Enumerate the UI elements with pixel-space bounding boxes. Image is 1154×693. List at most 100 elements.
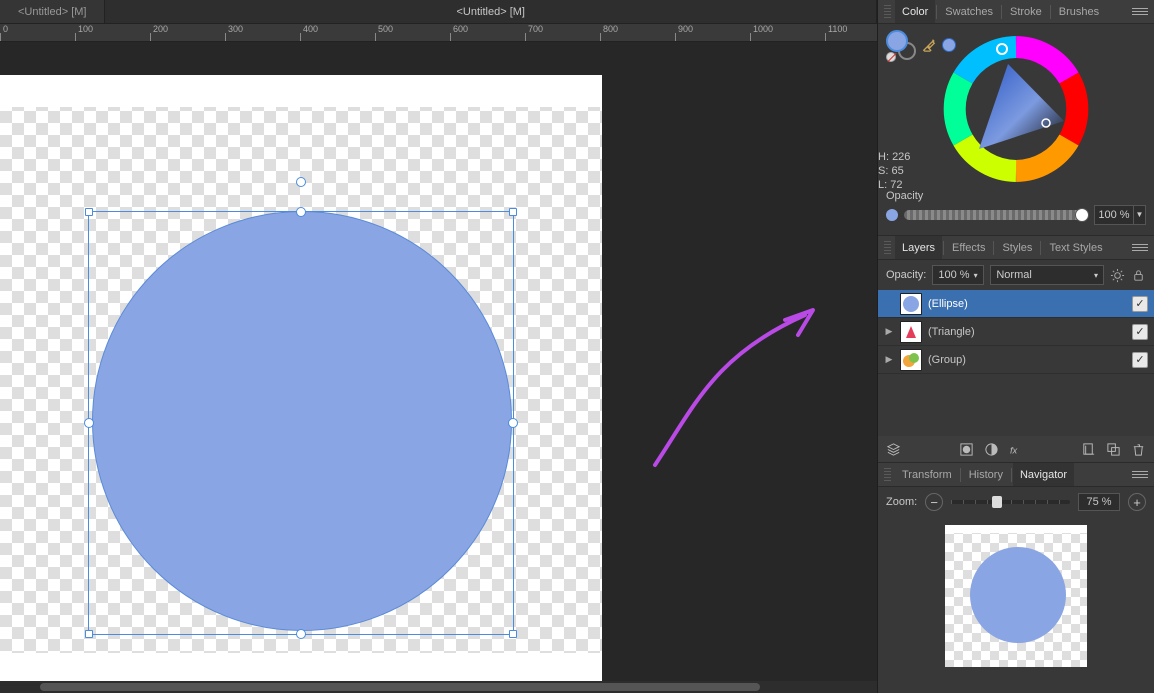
lock-icon[interactable]: [1131, 268, 1146, 283]
tab-history[interactable]: History: [962, 463, 1010, 486]
handle-se[interactable]: [509, 630, 517, 638]
navigator-panel-tabs: Transform History Navigator: [878, 463, 1154, 487]
opacity-value-field[interactable]: 100 % ▼: [1094, 205, 1146, 225]
adjustment-icon[interactable]: [984, 442, 999, 457]
opacity-value-text: 100 %: [1095, 206, 1133, 224]
ruler-tick: 800: [600, 24, 675, 41]
horizontal-ruler: 010020030040050060070080090010001100: [0, 24, 877, 42]
selection-bounding-box[interactable]: [88, 211, 514, 635]
navigator-panel: Zoom: − 75 % +: [878, 487, 1154, 693]
blend-mode-dropdown[interactable]: Normal▾: [990, 265, 1104, 285]
layer-opacity-label: Opacity:: [886, 269, 926, 281]
layer-name-label[interactable]: (Triangle): [928, 326, 1126, 338]
chevron-down-icon[interactable]: ▼: [1133, 206, 1145, 224]
layers-stack-icon[interactable]: [886, 442, 901, 457]
tab-layers[interactable]: Layers: [895, 236, 942, 259]
disclosure-icon[interactable]: ▶: [884, 354, 894, 365]
rotate-handle[interactable]: [296, 177, 306, 187]
tab-text-styles[interactable]: Text Styles: [1042, 236, 1109, 259]
handle-s[interactable]: [296, 629, 306, 639]
color-wheel[interactable]: [941, 34, 1091, 184]
layer-name-label[interactable]: (Ellipse): [928, 298, 1126, 310]
handle-w[interactable]: [84, 418, 94, 428]
handle-n[interactable]: [296, 207, 306, 217]
horizontal-scrollbar[interactable]: [0, 681, 877, 693]
visibility-checkbox[interactable]: ✓: [1132, 352, 1148, 368]
layer-row-ellipse[interactable]: (Ellipse) ✓: [878, 290, 1154, 318]
panel-grip-icon[interactable]: [884, 5, 891, 19]
hsl-readout: H: 226 S: 65 L: 72: [878, 150, 910, 192]
handle-nw[interactable]: [85, 208, 93, 216]
opacity-slider[interactable]: [904, 210, 1088, 220]
layer-name-label[interactable]: (Group): [928, 354, 1126, 366]
trash-icon[interactable]: [1131, 442, 1146, 457]
add-layer-icon[interactable]: [1081, 442, 1096, 457]
ruler-tick: 0: [0, 24, 75, 41]
navigator-thumbnail: [945, 525, 1087, 667]
tab-effects[interactable]: Effects: [945, 236, 992, 259]
horizontal-scrollbar-thumb[interactable]: [40, 683, 760, 691]
canvas-viewport[interactable]: [0, 42, 877, 693]
ruler-tick: 500: [375, 24, 450, 41]
document-tab-2[interactable]: <Untitled> [M]: [105, 0, 877, 23]
handle-sw[interactable]: [85, 630, 93, 638]
zoom-slider[interactable]: [951, 500, 1070, 504]
ruler-tick: 300: [225, 24, 300, 41]
layer-thumbnail: [900, 293, 922, 315]
blend-mode-value: Normal: [996, 269, 1031, 281]
color-panel: H: 226 S: 65 L: 72: [878, 24, 1154, 236]
tab-brushes[interactable]: Brushes: [1052, 0, 1106, 23]
ruler-tick: 1000: [750, 24, 825, 41]
tab-stroke[interactable]: Stroke: [1003, 0, 1049, 23]
ruler-tick: 400: [300, 24, 375, 41]
layer-list: (Ellipse) ✓ ▶ (Triangle) ✓ ▶ (Gr: [878, 290, 1154, 436]
disclosure-icon[interactable]: ▶: [884, 326, 894, 337]
duplicate-icon[interactable]: [1106, 442, 1121, 457]
handle-e[interactable]: [508, 418, 518, 428]
none-color-icon[interactable]: [886, 52, 896, 62]
color-panel-tabs: Color Swatches Stroke Brushes: [878, 0, 1154, 24]
tab-navigator[interactable]: Navigator: [1013, 463, 1074, 486]
ruler-tick: 1100: [825, 24, 877, 41]
tab-swatches[interactable]: Swatches: [938, 0, 1000, 23]
svg-text:fx: fx: [1009, 445, 1017, 455]
ruler-tick: 100: [75, 24, 150, 41]
fill-swatch[interactable]: [886, 30, 908, 52]
panel-menu-icon[interactable]: [1132, 4, 1148, 20]
sat-value: 65: [891, 165, 903, 177]
document-tab-1[interactable]: <Untitled> [M]: [0, 0, 105, 23]
tab-styles[interactable]: Styles: [995, 236, 1039, 259]
mask-icon[interactable]: [959, 442, 974, 457]
fill-stroke-selector[interactable]: [886, 30, 916, 60]
layers-panel: Opacity: 100 %▾ Normal▾ (Ellipse) ✓: [878, 260, 1154, 463]
panel-grip-icon[interactable]: [884, 468, 891, 482]
fx-icon[interactable]: fx: [1009, 442, 1024, 457]
panel-menu-icon[interactable]: [1132, 240, 1148, 256]
visibility-checkbox[interactable]: ✓: [1132, 324, 1148, 340]
eyedropper-icon[interactable]: [922, 38, 936, 52]
panel-menu-icon[interactable]: [1132, 467, 1148, 483]
layer-row-group[interactable]: ▶ (Group) ✓: [878, 346, 1154, 374]
layer-row-triangle[interactable]: ▶ (Triangle) ✓: [878, 318, 1154, 346]
zoom-value-field[interactable]: 75 %: [1078, 493, 1120, 511]
tab-color[interactable]: Color: [895, 0, 935, 23]
ruler-tick: 700: [525, 24, 600, 41]
opacity-slider-handle[interactable]: [1075, 208, 1089, 222]
handle-ne[interactable]: [509, 208, 517, 216]
lum-label: L:: [878, 179, 887, 191]
zoom-out-button[interactable]: −: [925, 493, 943, 511]
canvas-area: <Untitled> [M] <Untitled> [M] 0100200300…: [0, 0, 877, 693]
tab-transform[interactable]: Transform: [895, 463, 959, 486]
layer-thumbnail: [900, 321, 922, 343]
zoom-in-button[interactable]: +: [1128, 493, 1146, 511]
layer-opacity-field[interactable]: 100 %▾: [932, 265, 984, 285]
zoom-slider-handle[interactable]: [992, 496, 1002, 508]
navigator-preview[interactable]: [878, 517, 1154, 693]
panel-grip-icon[interactable]: [884, 241, 891, 255]
layer-thumbnail: [900, 349, 922, 371]
ruler-tick: 600: [450, 24, 525, 41]
visibility-checkbox[interactable]: ✓: [1132, 296, 1148, 312]
hue-label: H:: [878, 151, 889, 163]
sat-label: S:: [878, 165, 888, 177]
gear-icon[interactable]: [1110, 268, 1125, 283]
